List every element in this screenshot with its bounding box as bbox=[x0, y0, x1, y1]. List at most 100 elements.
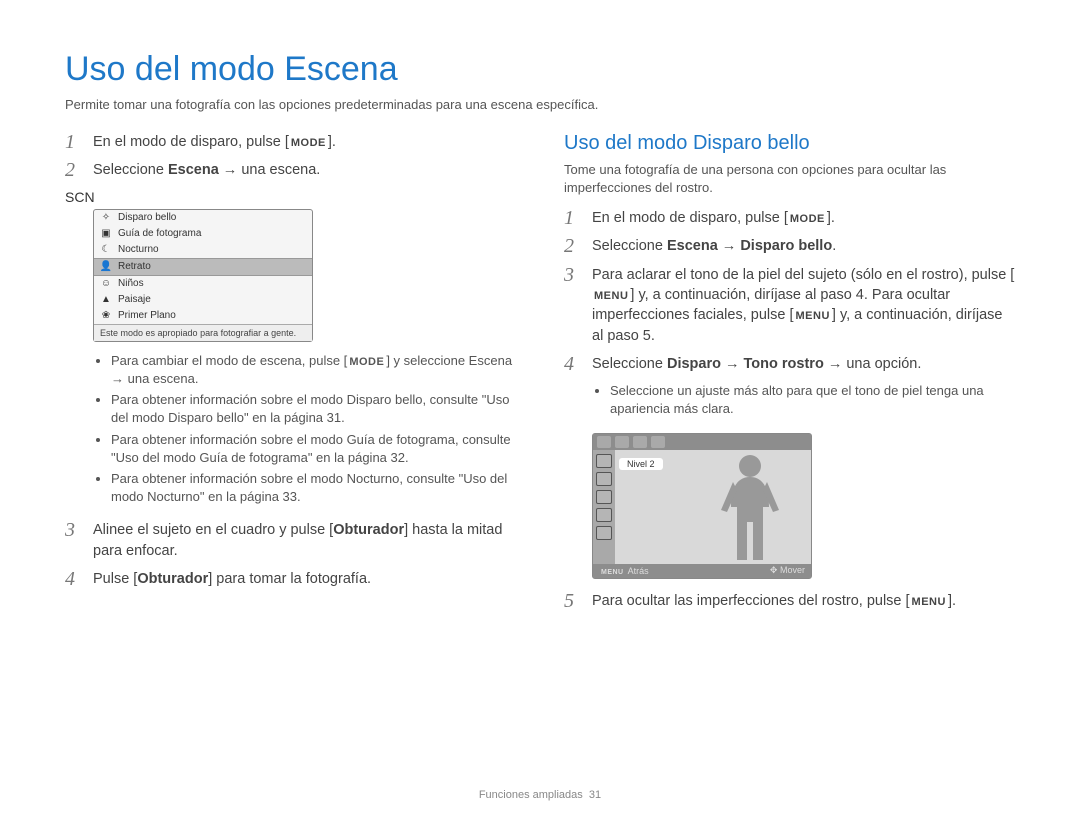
step-text: → una opción. bbox=[824, 356, 922, 372]
cam-side-icon bbox=[596, 472, 612, 486]
scene-label: Disparo bello bbox=[118, 212, 176, 223]
scene-icon: ☺ bbox=[100, 278, 112, 290]
camera-preview: Nivel 2 MENU Atrás ✥ Mover bbox=[592, 433, 812, 579]
scene-icon: ✧ bbox=[100, 212, 112, 224]
bullet-text: Para cambiar el modo de escena, pulse [ bbox=[111, 353, 347, 368]
left-bullets: Para cambiar el modo de escena, pulse [M… bbox=[93, 352, 516, 507]
scene-icon: ▲ bbox=[100, 294, 112, 306]
level-indicator: Nivel 2 bbox=[619, 458, 663, 470]
move-label: Mover bbox=[780, 565, 805, 575]
step-text: Para aclarar el tono de la piel del suje… bbox=[592, 267, 1014, 283]
scn-badge: SCN bbox=[65, 189, 95, 205]
right-bullets: Seleccione un ajuste más alto para que e… bbox=[592, 382, 1015, 418]
cam-top-icon bbox=[615, 436, 629, 448]
step-text: . bbox=[832, 238, 836, 254]
bullet-item: Seleccione un ajuste más alto para que e… bbox=[610, 382, 1015, 418]
step-number: 4 bbox=[564, 354, 582, 374]
step-text: ]. bbox=[948, 593, 956, 609]
mode-button-label: MODE bbox=[347, 355, 386, 370]
cam-side-icon bbox=[596, 526, 612, 540]
scene-row: ☺ Niños bbox=[94, 276, 312, 292]
tono-bold: Tono rostro bbox=[744, 356, 824, 372]
step-text: Alinee el sujeto en el cuadro y pulse [ bbox=[93, 522, 333, 538]
cam-top-icon bbox=[651, 436, 665, 448]
left-step-3: 3 Alinee el sujeto en el cuadro y pulse … bbox=[65, 520, 516, 561]
step-arrow: → bbox=[721, 356, 744, 372]
menu-button-label: MENU bbox=[592, 289, 630, 304]
back-label: Atrás bbox=[628, 566, 649, 576]
bullet-item: Para obtener información sobre el modo G… bbox=[111, 431, 516, 467]
scene-label: Niños bbox=[118, 278, 144, 289]
disparo-bello-bold: Disparo bello bbox=[740, 238, 832, 254]
scene-icon: 👤 bbox=[100, 261, 112, 273]
page-title: Uso del modo Escena bbox=[65, 50, 1015, 89]
bullet-item: Para cambiar el modo de escena, pulse [M… bbox=[111, 352, 516, 389]
disparo-bold: Disparo bbox=[667, 356, 721, 372]
left-step-1: 1 En el modo de disparo, pulse [MODE]. bbox=[65, 132, 516, 152]
step-number: 4 bbox=[65, 569, 83, 589]
step-text-end: ]. bbox=[827, 210, 835, 226]
right-step-1: 1 En el modo de disparo, pulse [MODE]. bbox=[564, 208, 1015, 228]
mode-button-label: MODE bbox=[788, 212, 827, 227]
step-text: En el modo de disparo, pulse [ bbox=[93, 134, 289, 150]
step-number: 2 bbox=[65, 160, 83, 180]
shutter-bold: Obturador bbox=[137, 571, 208, 587]
menu-button-label: MENU bbox=[910, 595, 948, 610]
shutter-bold: Obturador bbox=[333, 522, 404, 538]
move-icon: ✥ bbox=[770, 565, 778, 575]
left-step-2: 2 Seleccione Escena → una escena. bbox=[65, 160, 516, 180]
scene-icon: ▣ bbox=[100, 228, 112, 240]
cam-topbar bbox=[593, 434, 811, 450]
mode-button-label: MODE bbox=[289, 136, 328, 151]
step-text: ] para tomar la fotografía. bbox=[208, 571, 371, 587]
scene-row: ▲ Paisaje bbox=[94, 292, 312, 308]
scene-row: ❀ Primer Plano bbox=[94, 308, 312, 324]
scene-icon: ☾ bbox=[100, 244, 112, 256]
page-footer: Funciones ampliadas 31 bbox=[0, 789, 1080, 801]
step-text: En el modo de disparo, pulse [ bbox=[592, 210, 788, 226]
right-step-2: 2 Seleccione Escena → Disparo bello. bbox=[564, 236, 1015, 256]
scene-label: Paisaje bbox=[118, 294, 151, 305]
scene-icon: ❀ bbox=[100, 310, 112, 322]
cam-side-icon bbox=[596, 490, 612, 504]
cam-side-icon bbox=[596, 508, 612, 522]
left-step-4: 4 Pulse [Obturador] para tomar la fotogr… bbox=[65, 569, 516, 589]
scene-label: Guía de fotograma bbox=[118, 228, 201, 239]
bullet-item: Para obtener información sobre el modo N… bbox=[111, 470, 516, 506]
footer-page-number: 31 bbox=[589, 789, 601, 801]
step-number: 1 bbox=[65, 132, 83, 152]
step-number: 2 bbox=[564, 236, 582, 256]
scene-label: Primer Plano bbox=[118, 310, 176, 321]
scene-description: Este modo es apropiado para fotografiar … bbox=[94, 324, 312, 341]
scene-selector: ✧ Disparo bello ▣ Guía de fotograma ☾ Noctu… bbox=[93, 209, 313, 342]
step-text-end: ]. bbox=[328, 134, 336, 150]
footer-section: Funciones ampliadas bbox=[479, 789, 583, 801]
step-text: Seleccione bbox=[93, 162, 168, 178]
scene-bold: Escena bbox=[168, 162, 219, 178]
section-title: Uso del modo Disparo bello bbox=[564, 132, 1015, 155]
right-column: Uso del modo Disparo bello Tome una foto… bbox=[564, 132, 1015, 619]
step-text: Seleccione bbox=[592, 238, 667, 254]
scene-label: Retrato bbox=[118, 261, 151, 272]
section-intro: Tome una fotografía de una persona con o… bbox=[564, 161, 1015, 196]
scene-row: ☾ Nocturno bbox=[94, 242, 312, 258]
cam-bottombar: MENU Atrás ✥ Mover bbox=[593, 564, 811, 578]
cam-side-icon bbox=[596, 454, 612, 468]
step-text: → una escena. bbox=[219, 162, 321, 178]
step-number: 5 bbox=[564, 591, 582, 611]
bullet-item: Para obtener información sobre el modo D… bbox=[111, 391, 516, 427]
step-text: Pulse [ bbox=[93, 571, 137, 587]
step-arrow: → bbox=[718, 238, 741, 254]
left-column: 1 En el modo de disparo, pulse [MODE]. 2… bbox=[65, 132, 516, 619]
scene-label: Nocturno bbox=[118, 244, 159, 255]
scene-row: ✧ Disparo bello bbox=[94, 210, 312, 226]
scene-row: ▣ Guía de fotograma bbox=[94, 226, 312, 242]
person-silhouette-icon bbox=[715, 452, 785, 564]
step-text: Para ocultar las imperfecciones del rost… bbox=[592, 593, 910, 609]
cam-top-icon bbox=[633, 436, 647, 448]
right-step-4: 4 Seleccione Disparo → Tono rostro → una… bbox=[564, 354, 1015, 374]
menu-label-small: MENU bbox=[599, 569, 626, 576]
page-intro: Permite tomar una fotografía con las opc… bbox=[65, 97, 1015, 112]
cam-leftbar bbox=[593, 450, 615, 564]
step-number: 3 bbox=[564, 265, 582, 285]
